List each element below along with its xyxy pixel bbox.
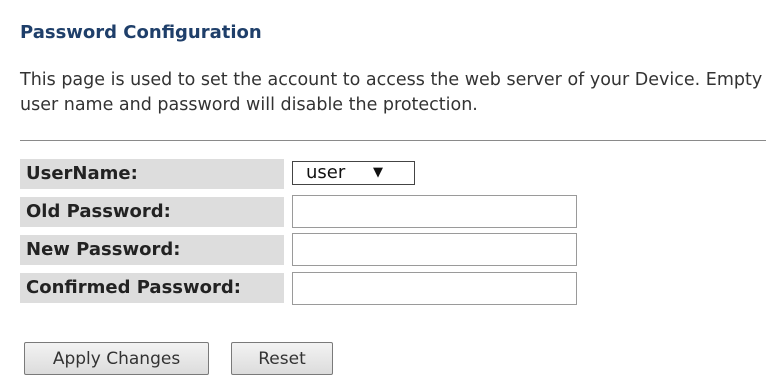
page-description: This page is used to set the account to … — [20, 70, 763, 115]
apply-changes-button[interactable]: Apply Changes — [24, 342, 209, 375]
section-divider — [20, 140, 766, 141]
username-select-value: user — [306, 162, 346, 183]
confirmed-password-label: Confirmed Password: — [20, 273, 284, 303]
page-title: Password Configuration — [20, 22, 262, 43]
reset-button[interactable]: Reset — [231, 342, 333, 375]
old-password-field[interactable] — [292, 195, 577, 228]
new-password-field[interactable] — [292, 233, 577, 266]
username-select[interactable]: user ▼ — [292, 161, 415, 185]
chevron-down-icon: ▼ — [373, 165, 383, 180]
new-password-label: New Password: — [20, 235, 284, 265]
username-label: UserName: — [20, 159, 284, 189]
old-password-label: Old Password: — [20, 197, 284, 227]
confirmed-password-field[interactable] — [292, 272, 577, 305]
